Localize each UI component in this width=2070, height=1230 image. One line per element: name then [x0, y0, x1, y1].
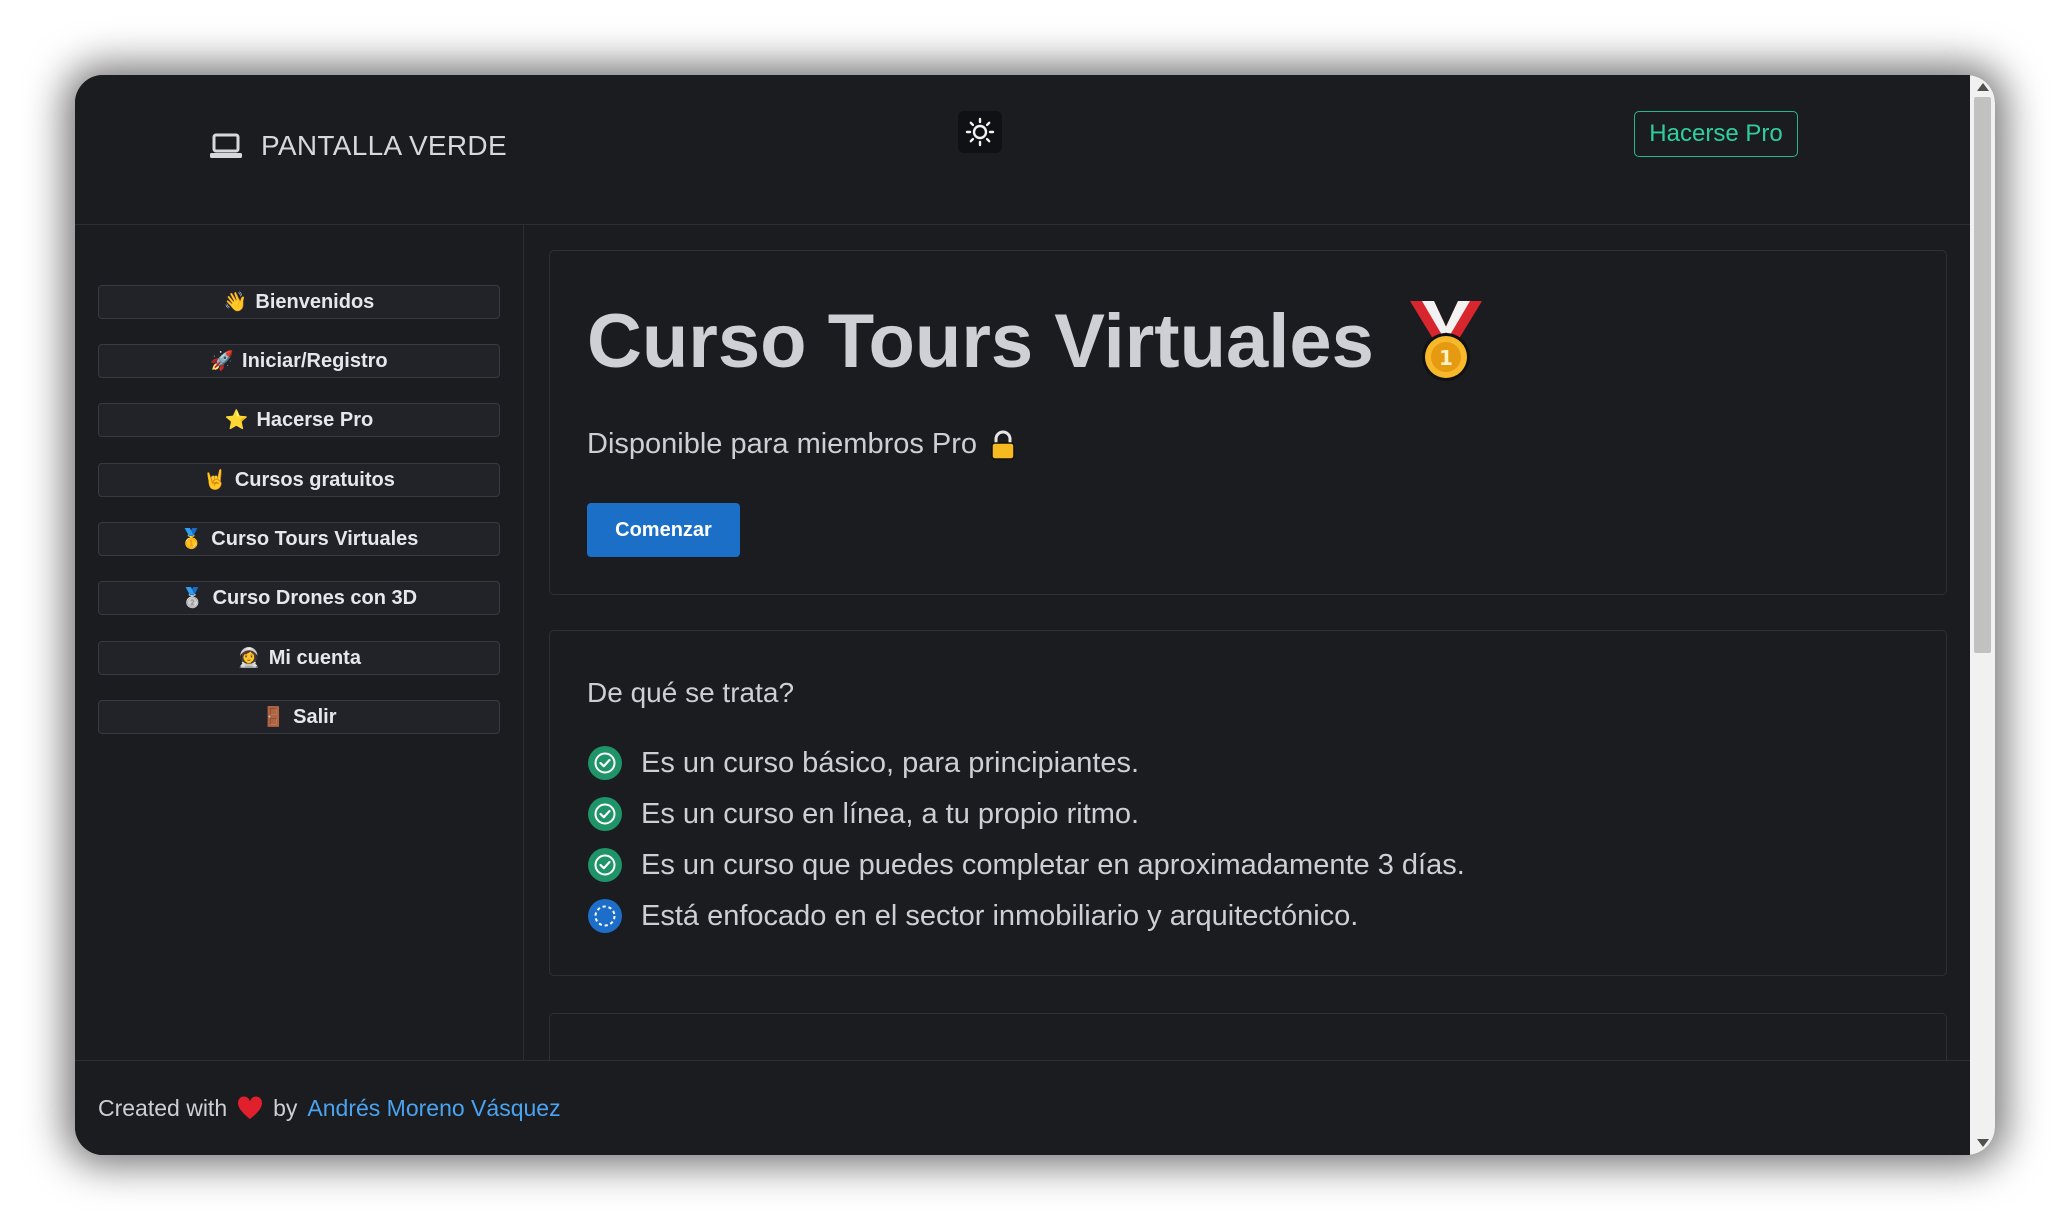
rock-hand-icon: 🤘 [203, 470, 227, 491]
page-title: Curso Tours Virtuales 1 [587, 297, 1490, 385]
feature-item: Es un curso básico, para principiantes. [587, 743, 1139, 783]
medal-icon: 1 [1409, 301, 1482, 381]
footer-prefix: Created with [98, 1094, 228, 1121]
feature-text: Es un curso básico, para principiantes. [641, 746, 1140, 779]
scroll-thumb[interactable] [1974, 97, 1991, 653]
sidebar-item-label: Curso Tours Virtuales [211, 527, 419, 550]
section-heading: De qué se trata? [587, 677, 795, 708]
sidebar-item-curso-drones[interactable]: 🥈 Curso Drones con 3D [98, 581, 500, 615]
course-title: Curso Tours Virtuales [587, 298, 1374, 384]
sidebar-item-label: Bienvenidos [255, 290, 375, 313]
scroll-up-arrow-icon[interactable] [1977, 83, 1989, 91]
check-circle-icon [588, 746, 622, 780]
heart-icon [238, 1096, 263, 1119]
top-navbar: PANTALLA VERDE Hacerse Pro [75, 75, 1970, 225]
sidebar-item-curso-tours-virtuales[interactable]: 🥇 Curso Tours Virtuales [98, 522, 500, 556]
svg-text:1: 1 [1439, 346, 1453, 370]
course-hero-card: Curso Tours Virtuales 1 Disponible para … [549, 250, 1947, 595]
availability-note: Disponible para miembros Pro [587, 428, 1015, 461]
feature-item: Es un curso que puedes completar en apro… [587, 845, 1465, 885]
dashed-circle-icon [588, 899, 622, 933]
footer-by: by [273, 1094, 298, 1121]
sidebar-item-label: Cursos gratuitos [234, 468, 395, 491]
app: PANTALLA VERDE Hacerse Pro 👋 Bienvenidos… [75, 75, 1970, 1155]
brand-link[interactable]: PANTALLA VERDE [209, 121, 507, 171]
sidebar-item-hacerse-pro[interactable]: ⭐ Hacerse Pro [98, 403, 500, 437]
sidebar-item-label: Curso Drones con 3D [212, 586, 418, 609]
sidebar-item-salir[interactable]: 🚪 Salir [98, 700, 500, 734]
footer: Created with by Andrés Moreno Vásquez [75, 1060, 1970, 1155]
sidebar-item-label: Mi cuenta [268, 646, 361, 669]
browser-window: PANTALLA VERDE Hacerse Pro 👋 Bienvenidos… [75, 75, 1995, 1155]
scroll-down-arrow-icon[interactable] [1977, 1139, 1989, 1147]
check-circle-icon [588, 797, 622, 831]
availability-text: Disponible para miembros Pro [587, 428, 978, 460]
sun-icon [965, 117, 995, 147]
sidebar: 👋 Bienvenidos 🚀 Iniciar/Registro ⭐ Hacer… [75, 225, 524, 1060]
feature-item: Está enfocado en el sector inmobiliario … [587, 896, 1358, 936]
theme-toggle-button[interactable] [958, 111, 1002, 153]
laptop-icon [210, 133, 242, 158]
silver-medal-icon: 🥈 [180, 588, 205, 609]
author-link[interactable]: Andrés Moreno Vásquez [307, 1095, 560, 1122]
star-icon: ⭐ [224, 410, 249, 431]
rocket-icon: 🚀 [210, 351, 235, 372]
sidebar-item-label: Hacerse Pro [256, 408, 374, 431]
sidebar-item-iniciar-registro[interactable]: 🚀 Iniciar/Registro [98, 344, 500, 378]
feature-text: Es un curso que puedes completar en apro… [641, 848, 1465, 881]
sidebar-item-bienvenidos[interactable]: 👋 Bienvenidos [98, 285, 500, 319]
feature-text: Está enfocado en el sector inmobiliario … [641, 899, 1359, 932]
vertical-scrollbar[interactable] [1970, 75, 1995, 1155]
astronaut-icon: 👩‍🚀 [237, 648, 261, 669]
sidebar-item-label: Salir [293, 705, 337, 728]
comenzar-button[interactable]: Comenzar [587, 503, 740, 557]
door-icon: 🚪 [261, 707, 286, 728]
lock-icon [991, 430, 1015, 460]
sidebar-item-label: Iniciar/Registro [242, 349, 388, 372]
gold-medal-icon: 🥇 [179, 529, 204, 550]
sidebar-item-cursos-gratuitos[interactable]: 🤘 Cursos gratuitos [98, 463, 500, 497]
feature-text: Es un curso en línea, a tu propio ritmo. [641, 797, 1140, 830]
about-course-card: De qué se trata? Es un curso básico, par… [549, 630, 1947, 976]
waving-hand-icon: 👋 [223, 292, 248, 313]
sidebar-item-mi-cuenta[interactable]: 👩‍🚀 Mi cuenta [98, 641, 500, 675]
hacerse-pro-button[interactable]: Hacerse Pro [1634, 111, 1798, 157]
feature-item: Es un curso en línea, a tu propio ritmo. [587, 794, 1139, 834]
brand-name: PANTALLA VERDE [261, 130, 507, 161]
check-circle-icon [588, 848, 622, 882]
